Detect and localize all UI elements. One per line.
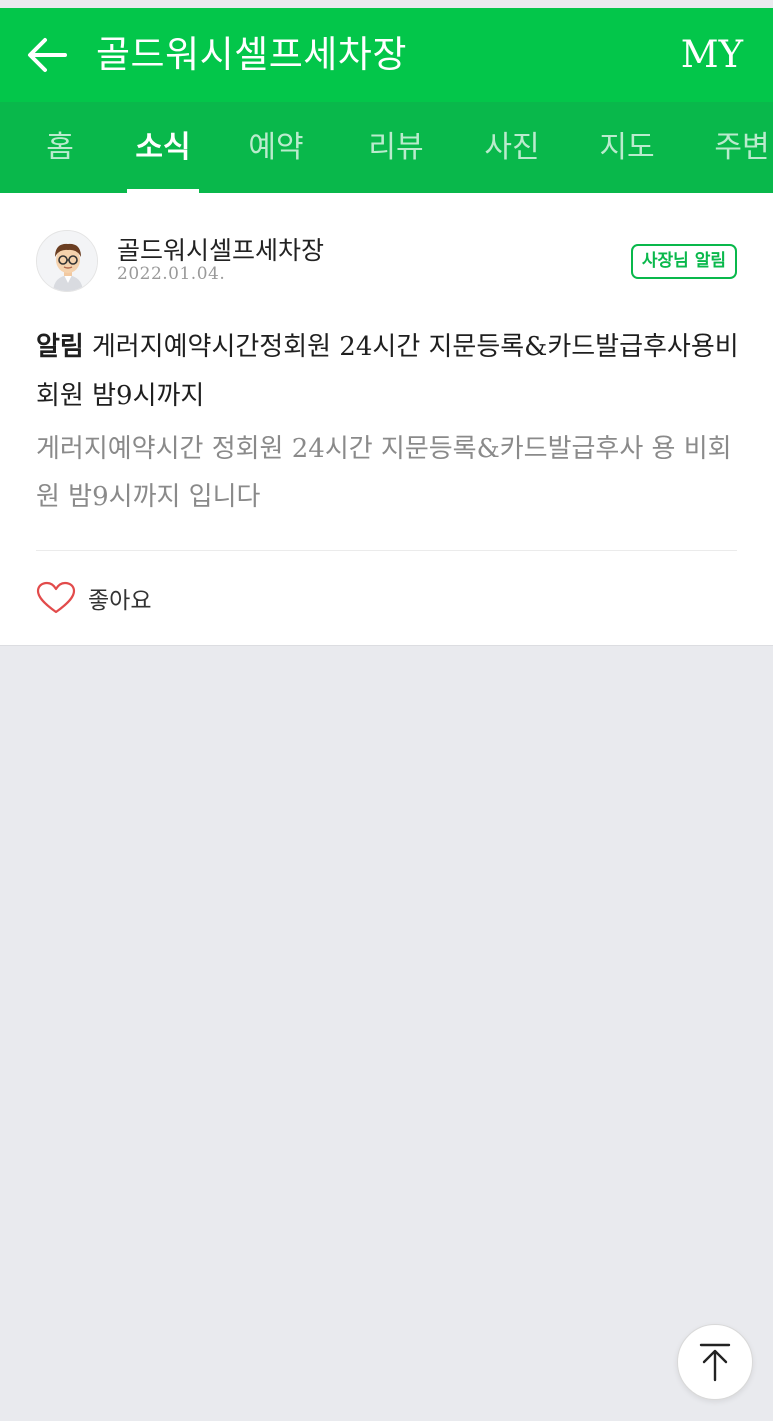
tab-map[interactable]: 지도 <box>591 102 663 193</box>
post-title[interactable]: 알림 게러지예약시간정회원 24시간 지문등록&카드발급후사용비회원 밤9시까지 <box>36 323 741 421</box>
tab-reviews[interactable]: 리뷰 <box>360 102 432 193</box>
owner-notice-badge: 사장님 알림 <box>630 244 737 279</box>
back-button[interactable] <box>22 33 72 77</box>
author-name[interactable]: 골드워시셀프세차장 <box>117 231 324 267</box>
tab-news[interactable]: 소식 <box>127 102 199 193</box>
news-post-card: 골드워시셀프세차장 2022.01.04. 사장님 알림 알림 게러지예약시간정회… <box>0 193 773 646</box>
page: 골드워시셀프세차장 MY 홈 소식 예약 리뷰 사진 지도 주변 골드워시셀프세… <box>0 0 773 1421</box>
like-button[interactable]: 좋아요 <box>36 577 151 619</box>
owner-avatar-icon <box>37 231 97 291</box>
post-title-text: 게러지예약시간정회원 24시간 지문등록&카드발급후사용비회원 밤9시까지 <box>36 332 739 411</box>
heart-outline-icon <box>36 581 76 614</box>
app-header: 골드워시셀프세차장 MY <box>0 8 773 102</box>
like-label: 좋아요 <box>88 588 152 614</box>
divider <box>36 550 737 551</box>
tab-photos[interactable]: 사진 <box>476 102 548 193</box>
tab-reservation[interactable]: 예약 <box>240 102 312 193</box>
arrow-up-icon <box>699 1343 731 1382</box>
page-title: 골드워시셀프세차장 <box>96 33 407 76</box>
post-body[interactable]: 게러지예약시간 정회원 24시간 지문등록&카드발급후사 용 비회원 밤9시까지… <box>36 425 741 521</box>
tab-nearby[interactable]: 주변 <box>706 102 773 193</box>
post-date: 2022.01.04. <box>117 264 226 284</box>
my-button[interactable]: MY <box>681 8 743 102</box>
tab-bar: 홈 소식 예약 리뷰 사진 지도 주변 <box>0 102 773 193</box>
scroll-top-button[interactable] <box>677 1324 753 1400</box>
arrow-left-icon <box>28 38 67 72</box>
avatar[interactable] <box>36 230 98 292</box>
post-title-label: 알림 <box>36 332 84 362</box>
tab-home[interactable]: 홈 <box>36 102 84 193</box>
